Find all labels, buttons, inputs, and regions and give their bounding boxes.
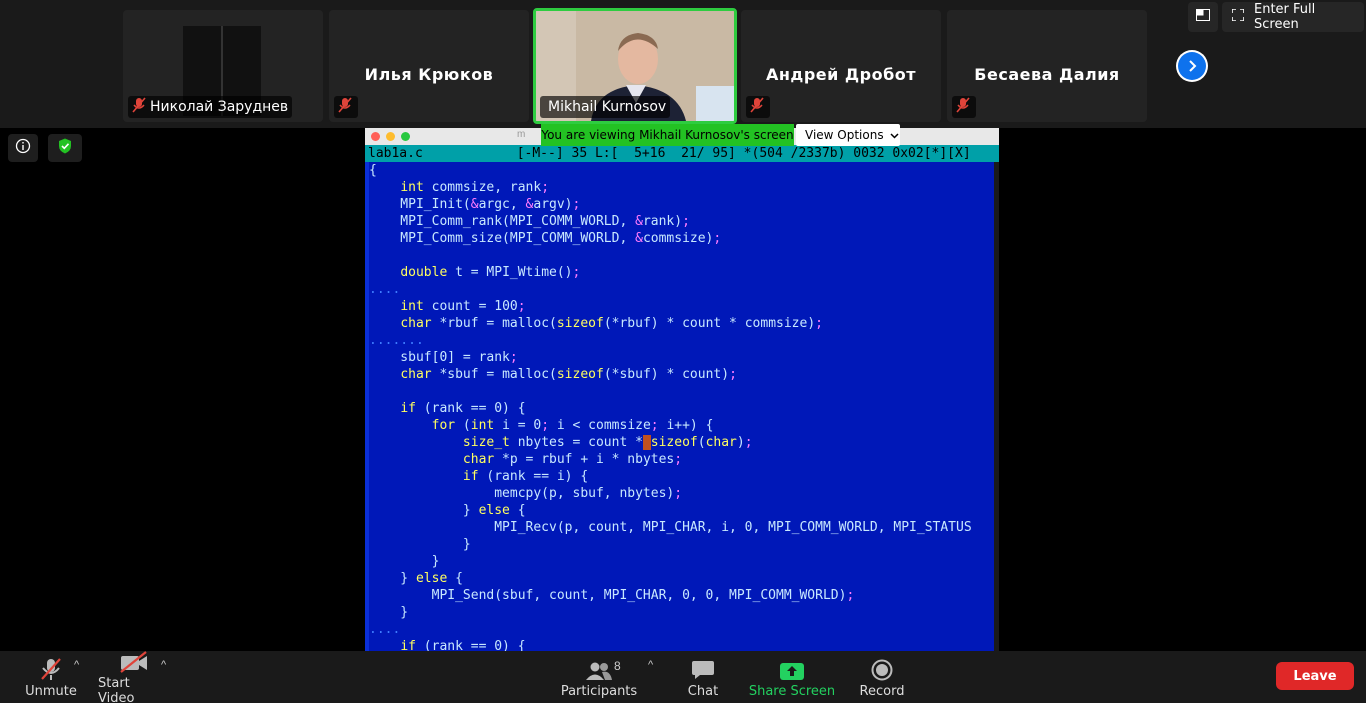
participant-name: Николай Заруднев [150, 99, 289, 115]
code-line: if (rank == i) { [462, 469, 589, 484]
meeting-info-button[interactable] [8, 134, 38, 162]
muted-badge [746, 96, 770, 118]
chat-button[interactable]: Chat [680, 651, 726, 703]
active-speaker-tile[interactable]: Mikhail Kurnosov [533, 8, 737, 124]
view-options-label: View Options [805, 128, 884, 142]
code-line: MPI_Send(sbuf, count, MPI_CHAR, 0, 0, MP… [369, 588, 855, 603]
window-title-fragment: m [517, 129, 526, 140]
zoom-meeting-window: Николай Заруднев Илья Крюков Mikhail Kur… [0, 0, 1366, 703]
code-line: } [369, 537, 471, 552]
code-line: MPI_Recv(p, count, MPI_CHAR, i, 0, MPI_C… [369, 520, 972, 535]
enter-full-screen-button[interactable]: Enter Full Screen [1222, 2, 1364, 32]
editor-right-edge [994, 162, 999, 651]
code-line: if (rank == 0) { [400, 401, 526, 416]
participant-tile-1[interactable]: Николай Заруднев [123, 10, 323, 122]
share-screen-arrow-icon [779, 651, 805, 681]
participant-tile-5[interactable]: Бесаева Далия [947, 10, 1147, 122]
meeting-controls-toolbar: Unmute ^ Start Video ^ Participants 8 ^ … [0, 651, 1366, 703]
share-screen-button[interactable]: Share Screen [748, 651, 836, 703]
participant-name: Бесаева Далия [974, 65, 1120, 84]
next-page-button[interactable] [1176, 50, 1208, 82]
info-icon [15, 138, 31, 159]
record-button[interactable]: Record [856, 651, 908, 703]
unmute-button[interactable]: Unmute [22, 651, 80, 703]
muted-badge [952, 96, 976, 118]
code-line: char *p = rbuf + i * nbytes; [462, 452, 683, 467]
participant-tile-2[interactable]: Илья Крюков [329, 10, 529, 122]
code-line: char *sbuf = malloc(sizeof(*sbuf) * coun… [400, 367, 737, 382]
code-line: sbuf[0] = rank; [369, 350, 518, 365]
code-line: int commsize, rank; [400, 180, 550, 195]
participants-label: Participants [560, 684, 638, 699]
viewing-screen-banner: You are viewing Mikhail Kurnosov's scree… [541, 124, 794, 146]
shared-screen-view[interactable]: m lab1a.c [-M--] 35 L:[ 5+16 21/ 95] *(5… [365, 128, 999, 651]
code-editor: { int commsize, rank; MPI_Init(&argc, &a… [365, 162, 999, 651]
code-line: MPI_Comm_size(MPI_COMM_WORLD, &commsize)… [369, 231, 722, 246]
shield-check-icon [58, 138, 72, 159]
muted-microphone-icon [38, 651, 64, 681]
video-off-icon [119, 651, 149, 673]
code-line: MPI_Comm_rank(MPI_COMM_WORLD, &rank); [369, 214, 690, 229]
start-video-label: Start Video [98, 676, 135, 703]
code-area: { int commsize, rank; MPI_Init(&argc, &a… [369, 162, 994, 651]
code-line: if (rank == 0) { [400, 639, 526, 651]
code-line: { [369, 163, 377, 178]
record-icon [871, 651, 893, 681]
share-screen-label: Share Screen [748, 684, 836, 699]
minimize-dot-icon [386, 132, 395, 141]
chevron-down-icon [890, 128, 899, 142]
layout-icon [1196, 8, 1210, 26]
participant-tile-4[interactable]: Андрей Дробот [741, 10, 941, 122]
editor-status-line: lab1a.c [-M--] 35 L:[ 5+16 21/ 95] *(504… [365, 145, 999, 162]
participant-name-badge: Николай Заруднев [128, 96, 293, 118]
leave-button[interactable]: Leave [1276, 662, 1354, 690]
code-line: char *rbuf = malloc(sizeof(*rbuf) * coun… [400, 316, 823, 331]
code-line: double t = MPI_Wtime(); [400, 265, 581, 280]
close-dot-icon [371, 132, 380, 141]
code-line: .... [369, 282, 401, 297]
view-layout-button[interactable] [1188, 2, 1218, 32]
chevron-right-icon [1178, 52, 1206, 80]
start-video-button[interactable]: Start Video [98, 651, 170, 703]
muted-mic-icon [132, 96, 146, 118]
participants-button[interactable]: Participants [560, 651, 638, 703]
audio-options-chevron-up-icon[interactable]: ^ [74, 659, 79, 671]
chat-bubble-icon [691, 651, 715, 681]
muted-badge [334, 96, 358, 118]
muted-mic-icon [338, 96, 352, 118]
record-label: Record [859, 684, 905, 699]
code-line: MPI_Init(&argc, &argv); [369, 197, 581, 212]
participant-name: Mikhail Kurnosov [548, 99, 667, 115]
view-options-button[interactable]: View Options [796, 124, 900, 146]
security-button[interactable] [48, 134, 82, 162]
zoom-dot-icon [401, 132, 410, 141]
code-line: memcpy(p, sbuf, nbytes); [369, 486, 683, 501]
code-line: } else { [369, 503, 526, 518]
participant-name-badge: Mikhail Kurnosov [540, 96, 671, 118]
muted-mic-icon [956, 96, 970, 118]
muted-mic-icon [750, 96, 764, 118]
participant-gallery-strip: Николай Заруднев Илья Крюков Mikhail Kur… [0, 0, 1366, 128]
video-options-chevron-up-icon[interactable]: ^ [161, 659, 166, 671]
code-line: size_t nbytes = count * sizeof(char); [462, 435, 753, 450]
participant-name: Андрей Дробот [765, 65, 917, 84]
code-line: } else { [369, 571, 463, 586]
code-line: int count = 100; [400, 299, 526, 314]
participants-options-chevron-up-icon[interactable]: ^ [648, 659, 653, 671]
code-line: } [369, 605, 409, 620]
code-line: .... [369, 622, 401, 637]
participants-icon [584, 651, 614, 681]
fullscreen-label: Enter Full Screen [1254, 2, 1316, 32]
code-line: } [369, 554, 440, 569]
participants-count: 8 [614, 659, 621, 673]
text-cursor [642, 435, 651, 450]
chat-label: Chat [687, 684, 719, 699]
code-line: for (int i = 0; i < commsize; i++) { [431, 418, 714, 433]
fullscreen-icon [1231, 8, 1245, 25]
code-line: ....... [369, 333, 424, 348]
unmute-label: Unmute [25, 684, 77, 699]
participant-name: Илья Крюков [364, 65, 494, 84]
